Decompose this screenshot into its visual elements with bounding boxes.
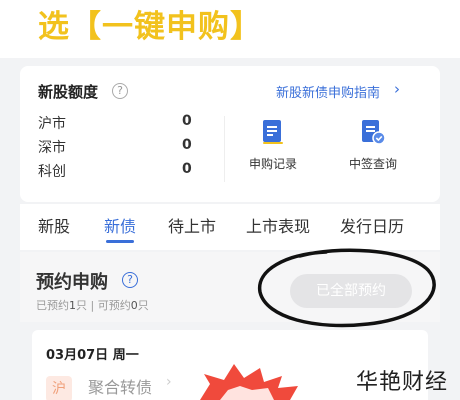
chevron-right-icon[interactable]: › [394, 80, 400, 98]
reserved-prefix: 已预约 [36, 299, 69, 312]
all-reserved-button[interactable]: 已全部预约 [290, 274, 412, 308]
tab-issue-calendar[interactable]: 发行日历 [340, 213, 404, 237]
starburst-icon [200, 364, 298, 400]
question-circle-icon[interactable]: ? [122, 272, 138, 288]
market-quota-value: 0 [182, 161, 192, 177]
divider [224, 116, 225, 182]
action-label: 申购记录 [248, 157, 297, 171]
market-label: 科创 [38, 164, 66, 180]
ipo-quota-card: 新股额度 ? 新股新债申购指南 › 沪市 0 深市 0 科创 0 申购记录 中签… [20, 66, 440, 202]
reserved-count: 1 [69, 299, 76, 312]
market-label: 深市 [38, 140, 66, 156]
subscription-guide-link[interactable]: 新股新债申购指南 [276, 82, 380, 101]
reservation-section: 预约申购 ? 已预约1只 | 可预约0只 已全部预约 [20, 252, 440, 322]
document-check-icon [362, 120, 386, 145]
reserved-unit: 只 [76, 299, 87, 312]
available-prefix: 可预约 [97, 299, 131, 312]
listing-date: 03月07日 周一 [46, 348, 139, 363]
promo-banner: 选【一键申购】 [0, 0, 460, 58]
market-quota-value: 0 [182, 113, 192, 129]
lottery-result-query-button[interactable]: 中签查询 [338, 118, 408, 172]
market-row-sz: 深市 0 [38, 137, 198, 157]
market-badge: 沪 [46, 376, 72, 400]
ipo-tab-bar: 新股 新债 待上市 上市表现 发行日历 [20, 204, 440, 250]
available-count: 0 [130, 299, 138, 312]
tab-pending-listing[interactable]: 待上市 [168, 213, 216, 237]
tab-listing-performance[interactable]: 上市表现 [246, 213, 310, 237]
quota-title: 新股额度 [38, 83, 99, 101]
question-circle-icon[interactable]: ? [112, 83, 128, 99]
active-tab-indicator [106, 240, 134, 243]
watermark-text: 华艳财经 [356, 370, 449, 395]
reservation-title: 预约申购 [36, 272, 108, 293]
tab-new-bonds[interactable]: 新债 [104, 213, 136, 237]
market-row-sh: 沪市 0 [38, 113, 198, 133]
summary-separator: | [87, 299, 98, 312]
market-quota-value: 0 [182, 137, 192, 153]
subscription-record-button[interactable]: 申购记录 [238, 118, 308, 172]
document-list-icon [263, 120, 283, 144]
chevron-right-icon[interactable]: › [166, 374, 172, 390]
bond-name-link[interactable]: 聚合转债 [88, 374, 152, 398]
tab-new-stocks[interactable]: 新股 [38, 213, 70, 237]
banner-title: 选【一键申购】 [38, 9, 262, 45]
market-label: 沪市 [38, 116, 66, 132]
action-label: 中签查询 [348, 157, 397, 171]
available-unit: 只 [137, 299, 149, 312]
market-row-star: 科创 0 [38, 161, 198, 181]
reservation-summary: 已预约1只 | 可预约0只 [36, 297, 149, 313]
